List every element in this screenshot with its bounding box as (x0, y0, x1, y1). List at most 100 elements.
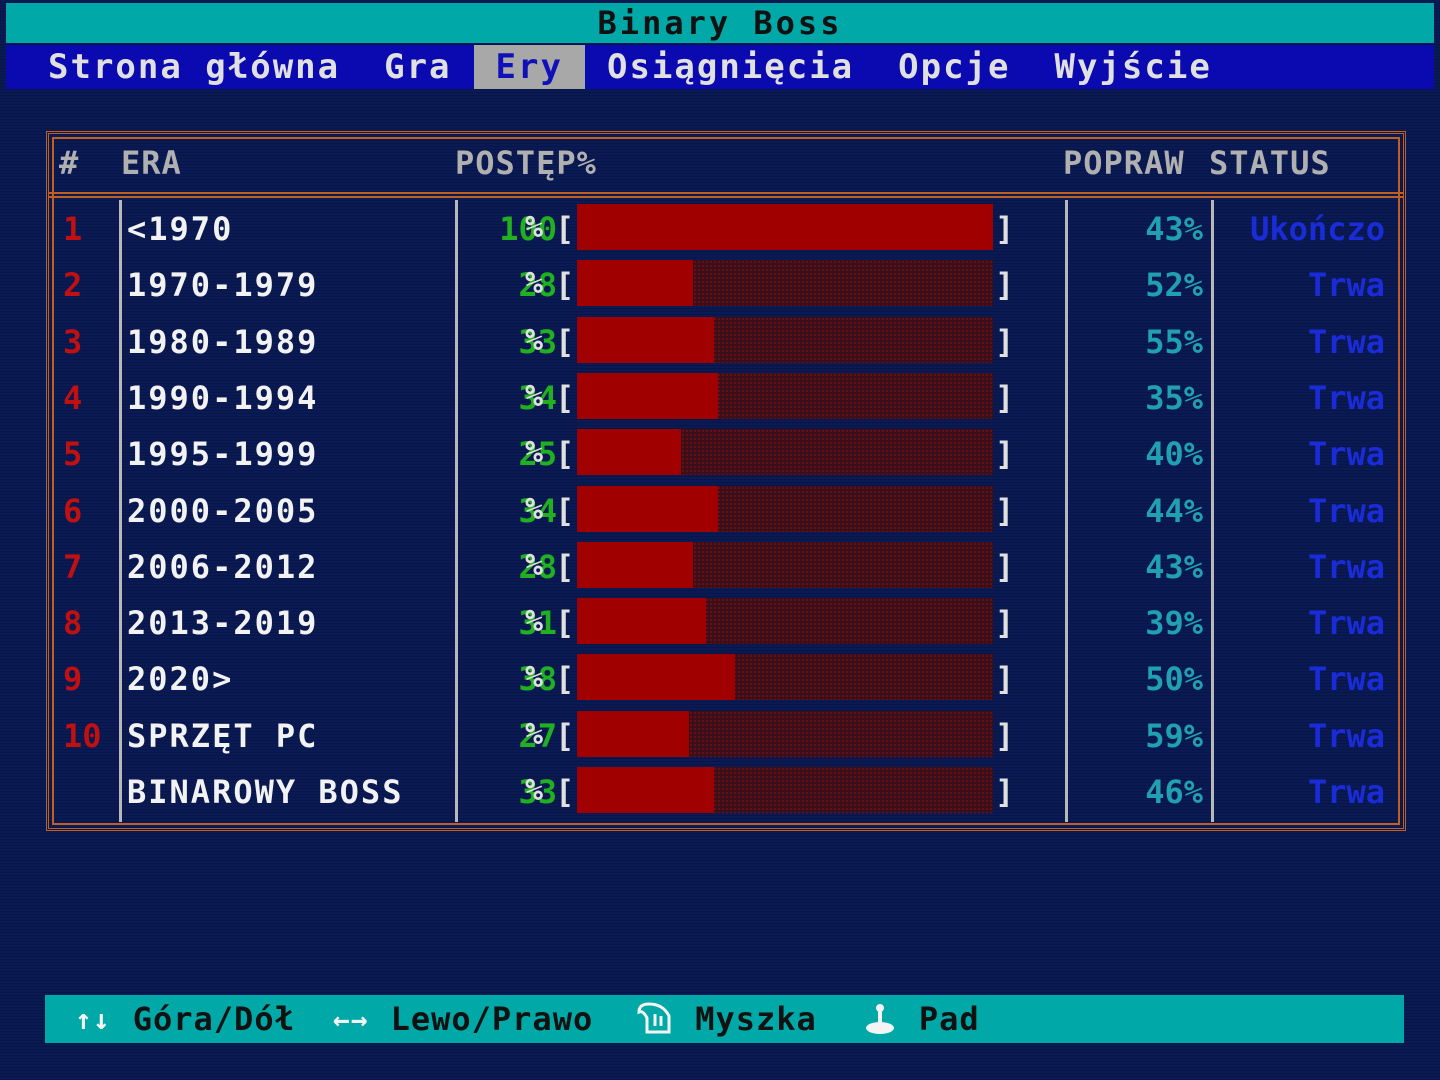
bracket-right: ] (995, 547, 1015, 586)
percent-sign: % (525, 210, 544, 245)
table-row[interactable]: 10 SPRZĘT PC 27%[] 59% Trwa (49, 710, 1403, 767)
table-row[interactable]: 8 2013-2019 31%[] 39% Trwa (49, 598, 1403, 654)
menu-item-home[interactable]: Strona główna (6, 45, 362, 89)
bracket-left: [ (555, 547, 575, 586)
status-label: Trwa (1307, 322, 1385, 361)
bracket-left: [ (555, 378, 575, 417)
progress-bar (577, 429, 993, 476)
status-label: Trwa (1307, 547, 1385, 586)
progress-bar-fill (577, 654, 736, 701)
era-name: 1995-1999 (127, 435, 319, 474)
percent-sign: % (525, 604, 544, 640)
menu-item-options[interactable]: Opcje (876, 45, 1032, 89)
hint-label: Pad (918, 1000, 980, 1038)
table-header: # ERA POSTĘP% POPRAW STATUS (49, 134, 1403, 198)
progress-bar (577, 767, 993, 813)
table-row[interactable]: BINAROWY BOSS 33%[] 46% Trwa (49, 767, 1403, 823)
progress-bar-fill (577, 204, 993, 250)
menu-item-exit[interactable]: Wyjście (1033, 45, 1234, 89)
bracket-right: ] (995, 266, 1015, 305)
fix-percent: 55% (1145, 322, 1203, 361)
bracket-left: [ (555, 322, 575, 361)
table-row[interactable]: 2 1970-1979 28%[] 52% Trwa (49, 260, 1403, 316)
hint-up-down: ↑↓ Góra/Dół (75, 1000, 295, 1038)
row-number: 8 (63, 604, 83, 643)
table-row[interactable]: 1 <1970 100%[] 43% Ukończo (49, 204, 1403, 260)
header-progress: POSTĘP% (455, 144, 597, 182)
hint-mouse: Myszka (633, 1000, 817, 1038)
header-num: # (59, 144, 80, 182)
status-label: Ukończo (1250, 210, 1385, 248)
row-number: 4 (63, 378, 83, 417)
bracket-right: ] (995, 660, 1015, 699)
up-down-arrows-icon: ↑↓ (75, 1002, 111, 1036)
era-name: <1970 (127, 210, 234, 248)
eras-table: # ERA POSTĘP% POPRAW STATUS 1 <1970 100%[]… (46, 131, 1406, 831)
fix-percent: 50% (1145, 660, 1203, 699)
progress-bar-fill (577, 710, 690, 757)
progress-bar-fill (577, 767, 715, 813)
menu-bar: Strona główna Gra Ery Osiągnięcia Opcje … (6, 45, 1434, 89)
status-label: Trwa (1307, 378, 1385, 417)
fix-percent: 52% (1145, 266, 1203, 305)
percent-sign: % (525, 322, 544, 358)
table-row[interactable]: 6 2000-2005 34%[] 44% Trwa (49, 485, 1403, 542)
table-row[interactable]: 9 2020> 38%[] 50% Trwa (49, 654, 1403, 710)
controls-hint-bar: ↑↓ Góra/Dół ←→ Lewo/Prawo Myszka Pad (45, 995, 1404, 1043)
progress-bar-fill (577, 541, 694, 588)
status-label: Trwa (1307, 491, 1385, 530)
fix-percent: 46% (1145, 773, 1203, 811)
fix-percent: 59% (1145, 716, 1203, 755)
menu-item-achievements[interactable]: Osiągnięcia (585, 45, 876, 89)
bracket-left: [ (555, 773, 575, 811)
table-row[interactable]: 7 2006-2012 28%[] 43% Trwa (49, 541, 1403, 598)
progress-bar-fill (577, 429, 681, 476)
table-row[interactable]: 5 1995-1999 25%[] 40% Trwa (49, 429, 1403, 485)
joystick-icon (863, 1002, 897, 1036)
table-row[interactable]: 4 1990-1994 34%[] 35% Trwa (49, 372, 1403, 429)
progress-bar-fill (577, 598, 706, 645)
status-label: Trwa (1307, 716, 1385, 755)
bracket-right: ] (995, 604, 1015, 643)
bracket-right: ] (995, 322, 1015, 361)
bracket-right: ] (995, 435, 1015, 474)
bracket-left: [ (555, 210, 575, 248)
era-name: 1990-1994 (127, 378, 319, 417)
header-fix: POPRAW (1063, 144, 1185, 182)
percent-sign: % (525, 716, 544, 752)
row-number: 9 (63, 660, 83, 699)
progress-bar (577, 260, 993, 307)
progress-bar (577, 372, 993, 419)
bracket-left: [ (555, 491, 575, 530)
left-right-arrows-icon: ←→ (332, 1002, 369, 1036)
bracket-right: ] (995, 716, 1015, 755)
row-number: 5 (63, 435, 83, 474)
fix-percent: 39% (1145, 604, 1203, 643)
row-number: 6 (63, 491, 83, 530)
app-title: Binary Boss (6, 3, 1434, 43)
progress-bar (577, 316, 993, 363)
percent-sign: % (525, 378, 544, 414)
header-era: ERA (121, 144, 182, 182)
progress-bar-fill (577, 485, 719, 532)
bracket-right: ] (995, 491, 1015, 530)
progress-bar-fill (577, 372, 719, 419)
bracket-right: ] (995, 210, 1015, 248)
hint-left-right: ←→ Lewo/Prawo (333, 1000, 593, 1038)
era-name: 1980-1989 (127, 322, 319, 361)
progress-bar (577, 485, 993, 532)
menu-item-eras[interactable]: Ery (473, 45, 585, 89)
menu-item-game[interactable]: Gra (362, 45, 473, 89)
bracket-left: [ (555, 716, 575, 755)
row-number: 1 (63, 210, 83, 248)
hint-label: Lewo/Prawo (390, 1000, 594, 1038)
bracket-right: ] (995, 773, 1015, 811)
table-row[interactable]: 3 1980-1989 33%[] 55% Trwa (49, 316, 1403, 373)
fix-percent: 44% (1145, 491, 1203, 530)
status-label: Trwa (1307, 604, 1385, 643)
status-label: Trwa (1307, 773, 1385, 811)
progress-bar (577, 598, 993, 645)
header-status: STATUS (1209, 144, 1331, 182)
percent-sign: % (525, 435, 544, 471)
era-name: 2020> (127, 660, 234, 699)
